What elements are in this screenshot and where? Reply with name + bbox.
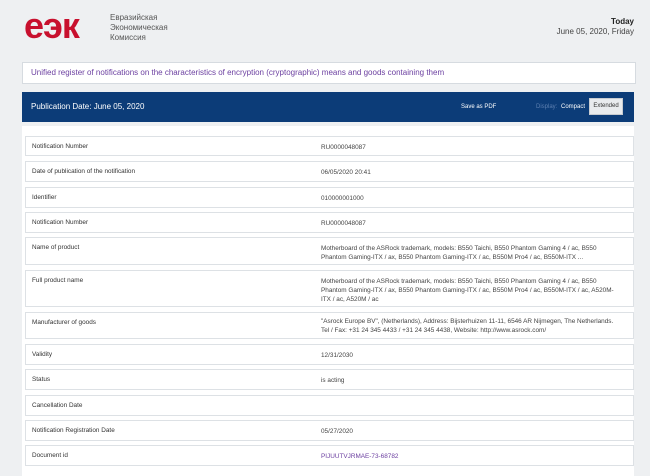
row-label: Full product name	[32, 277, 84, 284]
row-label: Validity	[32, 351, 53, 358]
today-label: Today	[611, 17, 634, 26]
detail-row-status: Status is acting	[25, 369, 634, 390]
eec-logo[interactable]: еэк	[24, 6, 80, 46]
row-value: RU0000048087	[321, 144, 366, 151]
today-date: June 05, 2020, Friday	[556, 27, 634, 36]
row-value: 010000001000	[321, 195, 364, 202]
row-value: RU0000048087	[321, 220, 366, 227]
detail-row-registration-date: Notification Registration Date 05/27/202…	[25, 420, 634, 441]
site-header: еэк Евразийская Экономическая Комиссия T…	[0, 0, 650, 56]
row-value: 12/31/2030	[321, 352, 353, 359]
detail-row-notification-number: Notification Number RU0000048087	[25, 136, 634, 156]
row-label: Notification Number	[32, 143, 89, 150]
org-name-line: Евразийская	[110, 13, 158, 22]
detail-row-notification-number-2: Notification Number RU0000048087	[25, 212, 634, 233]
register-title-box: Unified register of notifications on the…	[22, 62, 636, 84]
row-label: Manufacturer of goods	[32, 319, 96, 326]
extended-view-button[interactable]: Extended	[589, 98, 623, 115]
row-label: Date of publication of the notification	[32, 168, 136, 175]
detail-row-validity: Validity 12/31/2030	[25, 344, 634, 365]
row-value: 05/27/2020	[321, 428, 353, 435]
row-value: 06/05/2020 20:41	[321, 169, 371, 176]
row-label: Status	[32, 376, 51, 383]
org-name: Евразийская Экономическая Комиссия	[110, 13, 168, 43]
row-value: is acting	[321, 377, 345, 384]
document-id-link[interactable]: PIJUUTVJRMAE-73-68782	[321, 452, 621, 461]
row-label: Notification Number	[32, 219, 89, 226]
detail-row-publication-date: Date of publication of the notification …	[25, 161, 634, 182]
save-pdf-link[interactable]: Save as PDF	[461, 103, 496, 111]
row-value: "Asrock Europe BV", (Netherlands), Addre…	[321, 318, 614, 334]
row-label: Notification Registration Date	[32, 427, 115, 434]
row-label: Identifier	[32, 194, 57, 201]
detail-row-cancellation-date: Cancellation Date	[25, 395, 634, 416]
toolbar: Publication Date: June 05, 2020 Save as …	[22, 92, 634, 122]
publication-date: Publication Date: June 05, 2020	[31, 102, 145, 111]
detail-row-manufacturer: Manufacturer of goods "Asrock Europe BV"…	[25, 312, 634, 339]
row-label: Document id	[32, 452, 68, 459]
detail-row-document-id: Document id PIJUUTVJRMAE-73-68782	[25, 445, 634, 466]
row-label: Cancellation Date	[32, 402, 83, 409]
row-value: Motherboard of the ASRock trademark, mod…	[321, 245, 597, 261]
detail-row-identifier: Identifier 010000001000	[25, 187, 634, 208]
display-label: Display:	[536, 104, 558, 110]
org-name-line: Комиссия	[110, 33, 146, 42]
today-block: Today June 05, 2020, Friday	[557, 17, 634, 37]
detail-row-full-product-name: Full product name Motherboard of the ASR…	[25, 270, 634, 307]
org-name-line: Экономическая	[110, 23, 168, 32]
row-label: Name of product	[32, 244, 80, 251]
row-value: Motherboard of the ASRock trademark, mod…	[321, 278, 614, 303]
detail-row-product-name: Name of product Motherboard of the ASRoc…	[25, 237, 634, 265]
compact-view-button[interactable]: Compact	[561, 103, 585, 111]
register-title: Unified register of notifications on the…	[31, 68, 445, 77]
